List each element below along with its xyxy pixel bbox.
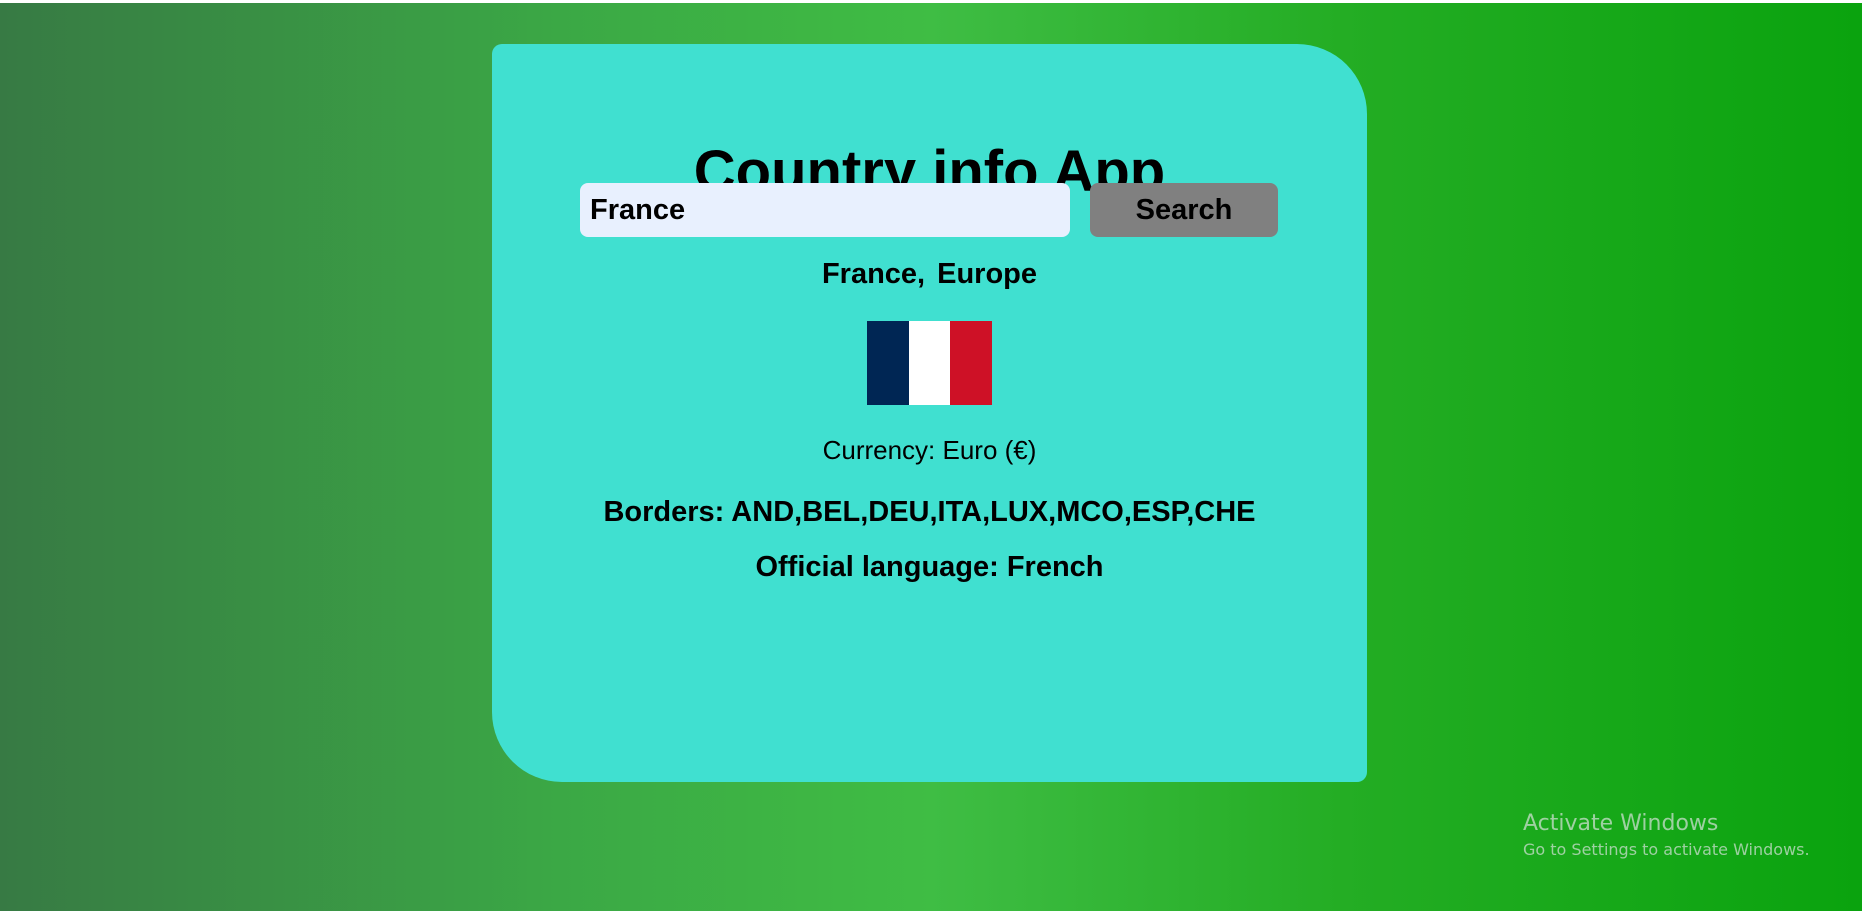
country-card: Country info App Search France,Europe Cu… [492,44,1367,782]
country-flag [867,321,993,405]
language-info: Official language: French [755,551,1104,583]
country-search-input[interactable] [580,183,1070,237]
flag-stripe-blue [867,321,909,405]
country-heading: France, Europe [492,256,1367,292]
flag-stripe-white [908,321,951,405]
borders-info: Borders: AND,BEL,DEU,ITA,LUX,MCO,ESP,CHE [603,496,1256,528]
currency-info: Currency: Euro (€) [822,435,1037,465]
watermark-title: Activate Windows [1523,811,1719,836]
country-name: France, [821,258,926,290]
search-button[interactable]: Search [1090,183,1278,237]
activate-windows-watermark: Activate Windows Go to Settings to activ… [1523,810,1810,862]
flag-stripe-red [950,321,993,405]
country-region: Europe [937,258,1038,290]
watermark-subtitle: Go to Settings to activate Windows. [1523,840,1810,859]
